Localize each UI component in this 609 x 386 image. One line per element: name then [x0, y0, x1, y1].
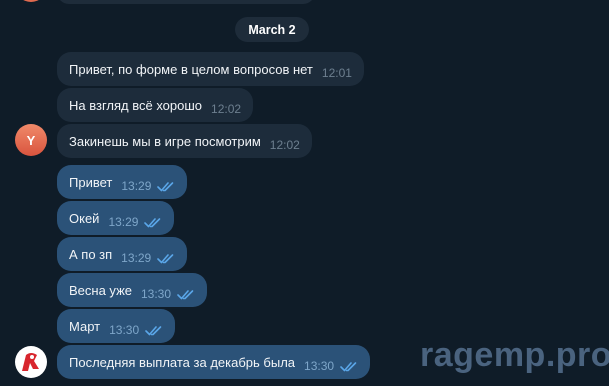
- message-text: Март: [69, 318, 101, 334]
- message-time: 13:29: [108, 215, 139, 229]
- message-bubble-incoming[interactable]: Закинешь мы в игре посмотрим 12:02: [57, 124, 312, 158]
- message-text: Последняя выплата за декабрь была: [69, 354, 296, 370]
- message-bubble-outgoing[interactable]: Окей 13:29: [57, 201, 175, 235]
- double-check-icon: [177, 289, 195, 300]
- message-time: 12:02: [269, 138, 300, 152]
- message-time: 12:01: [321, 66, 352, 80]
- message-text: Весна уже: [69, 282, 132, 298]
- watermark-text: ragemp.pro: [420, 336, 609, 374]
- message-bubble-outgoing[interactable]: Последняя выплата за декабрь была 13:30: [57, 345, 371, 379]
- message-time: 13:30: [304, 359, 335, 373]
- previous-sender-avatar[interactable]: [15, 0, 47, 2]
- date-separator: March 2: [235, 17, 309, 42]
- message-time: 13:29: [121, 179, 152, 193]
- ragemp-logo-avatar[interactable]: [15, 346, 47, 378]
- message-bubble-outgoing[interactable]: А по зп 13:29: [57, 237, 188, 271]
- message-text: Привет, по форме в целом вопросов нет: [69, 61, 313, 77]
- message-time: 12:02: [211, 102, 242, 116]
- message-bubble-outgoing[interactable]: Привет 13:29: [57, 165, 188, 199]
- previous-message-bubble[interactable]: [57, 0, 315, 4]
- message-text: Окей: [69, 210, 100, 226]
- double-check-icon: [144, 217, 162, 228]
- message-time: 13:30: [109, 323, 140, 337]
- message-text: На взгляд всё хорошо: [69, 97, 203, 113]
- double-check-icon: [157, 253, 175, 264]
- double-check-icon: [157, 181, 175, 192]
- message-text: Закинешь мы в игре посмотрим: [69, 133, 261, 149]
- message-bubble-incoming[interactable]: На взгляд всё хорошо 12:02: [57, 88, 254, 122]
- message-bubble-outgoing[interactable]: Весна уже 13:30: [57, 273, 208, 307]
- message-text: Привет: [69, 174, 113, 190]
- message-time: 13:30: [141, 287, 172, 301]
- message-time: 13:29: [121, 251, 152, 265]
- message-text: А по зп: [69, 246, 113, 262]
- message-bubble-incoming[interactable]: Привет, по форме в целом вопросов нет 12…: [57, 52, 364, 86]
- double-check-icon: [145, 325, 163, 336]
- double-check-icon: [340, 361, 358, 372]
- message-bubble-outgoing[interactable]: Март 13:30: [57, 309, 176, 343]
- sender-avatar[interactable]: Y: [15, 124, 47, 156]
